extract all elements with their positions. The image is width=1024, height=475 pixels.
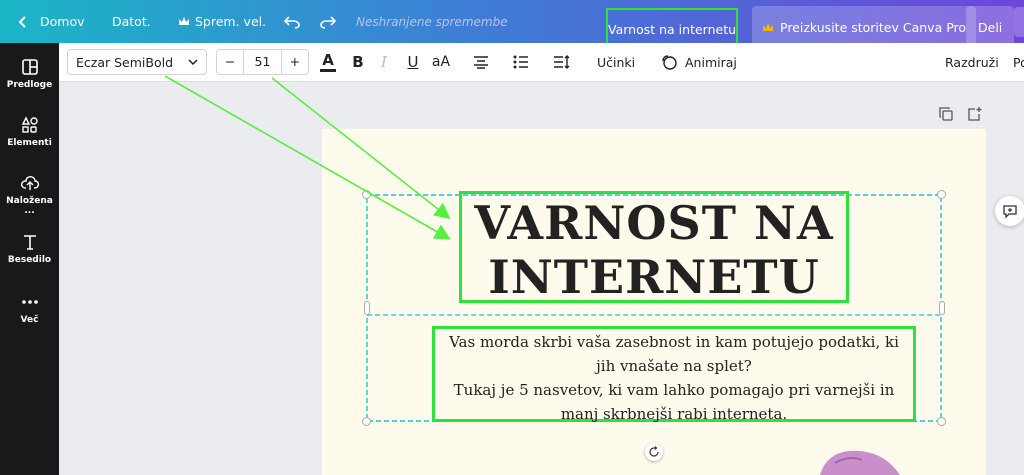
sidebar-item-more[interactable]: Več [0, 293, 59, 325]
body-line-3: Tukaj je 5 nasvetov, ki vam lahko pomaga… [453, 381, 895, 399]
font-family-value: Eczar SemiBold [76, 54, 174, 70]
resize-button[interactable]: Sprem. vel. [178, 0, 266, 43]
templates-icon [21, 59, 38, 75]
text-color-swatch [320, 68, 336, 72]
duplicate-page-icon[interactable] [938, 106, 954, 122]
crown-icon [179, 17, 189, 25]
file-label: Datot. [112, 14, 151, 29]
underline-button[interactable]: U [402, 43, 424, 81]
font-family-select[interactable]: Eczar SemiBold [67, 49, 207, 75]
resize-label: Sprem. vel. [195, 14, 267, 29]
decrease-size-button[interactable]: − [217, 50, 243, 74]
body-line-4: manj skrbnejši rabi interneta. [560, 405, 788, 423]
align-center-icon [474, 56, 488, 69]
sidebar-item-text[interactable]: Besedilo [0, 233, 59, 265]
bullet-list-icon [513, 55, 528, 69]
undo-button[interactable] [284, 0, 300, 43]
body-line-2: jih vnašate na splet? [596, 357, 752, 375]
comment-button[interactable] [995, 196, 1024, 226]
text-icon [23, 235, 36, 250]
crown-icon [763, 23, 773, 31]
redo-icon [320, 15, 336, 29]
text-color-button[interactable]: A [317, 43, 339, 81]
body-text-box[interactable]: Vas morda skrbi vaša zasebnost in kam po… [432, 326, 916, 423]
resize-handle-top-right[interactable] [937, 190, 946, 199]
undo-icon [284, 15, 300, 29]
animate-button[interactable]: Animiraj [661, 43, 737, 81]
share-label: Deli [978, 20, 1003, 35]
sidebar-item-templates[interactable]: Predloge [0, 58, 59, 90]
chevron-down-icon [188, 59, 198, 65]
sidebar-item-label: Predloge [6, 80, 53, 90]
align-button[interactable] [471, 43, 491, 81]
heading-text-box[interactable]: VARNOST NA INTERNETU [459, 191, 849, 304]
top-bar: Domov Datot. Sprem. vel. Neshranjene spr… [0, 0, 1024, 51]
resize-handle-right[interactable] [939, 301, 945, 315]
sidebar-item-elements[interactable]: Elementi [0, 116, 59, 148]
text-toolbar: Eczar SemiBold − 51 + A B I U aA Učinki … [59, 43, 1024, 82]
more-icon [21, 300, 38, 304]
elements-icon [21, 116, 38, 133]
font-size-stepper[interactable]: − 51 + [216, 49, 309, 75]
home-button[interactable]: Domov [18, 0, 85, 43]
list-button[interactable] [511, 43, 531, 81]
heading-line-1: VARNOST NA [474, 196, 834, 250]
left-sidebar: Predloge Elementi Naložena ... Besedilo … [0, 43, 59, 475]
resize-handle-bottom-left[interactable] [362, 417, 371, 426]
pink-blob-graphic [820, 450, 900, 475]
ungroup-button[interactable]: Razdruži [945, 43, 999, 81]
effects-button[interactable]: Učinki [597, 43, 635, 81]
letter-case-button[interactable]: aA [429, 43, 453, 81]
sidebar-item-label: Elementi [7, 138, 52, 148]
comment-add-icon [1003, 205, 1017, 219]
sidebar-item-label: Besedilo [7, 255, 52, 265]
rotate-handle[interactable] [645, 443, 663, 461]
line-spacing-icon [554, 55, 570, 69]
sidebar-item-label: Naložena ... [6, 196, 53, 216]
add-page-icon[interactable] [966, 106, 982, 122]
home-label: Domov [40, 14, 85, 29]
resize-handle-left[interactable] [364, 301, 370, 315]
body-line-1: Vas morda skrbi vaša zasebnost in kam po… [449, 333, 899, 351]
italic-button[interactable]: I [373, 43, 395, 81]
heading-line-2: INTERNETU [488, 250, 820, 304]
resize-handle-top-left[interactable] [362, 190, 371, 199]
pro-button-label: Preizkusite storitev Canva Pro [780, 20, 967, 35]
chevron-left-icon [18, 15, 26, 28]
font-size-input[interactable]: 51 [243, 50, 282, 74]
bold-button[interactable]: B [347, 43, 369, 81]
unsaved-changes-status: Neshranjene spremembe [356, 14, 508, 29]
position-button[interactable]: Po [1013, 43, 1024, 81]
resize-handle-bottom-right[interactable] [937, 417, 946, 426]
redo-button[interactable] [320, 0, 336, 43]
spacing-button[interactable] [552, 43, 572, 81]
animate-label: Animiraj [685, 54, 737, 70]
increase-size-button[interactable]: + [282, 50, 308, 74]
file-menu-button[interactable]: Datot. [112, 0, 151, 43]
rotate-icon [649, 446, 659, 457]
text-color-glyph: A [322, 50, 334, 69]
sidebar-item-uploads[interactable]: Naložena ... [0, 174, 59, 216]
sidebar-item-label: Več [20, 315, 39, 325]
upload-icon [20, 176, 39, 190]
animate-icon [662, 55, 677, 70]
topbar-overflow-button[interactable] [1014, 0, 1024, 43]
